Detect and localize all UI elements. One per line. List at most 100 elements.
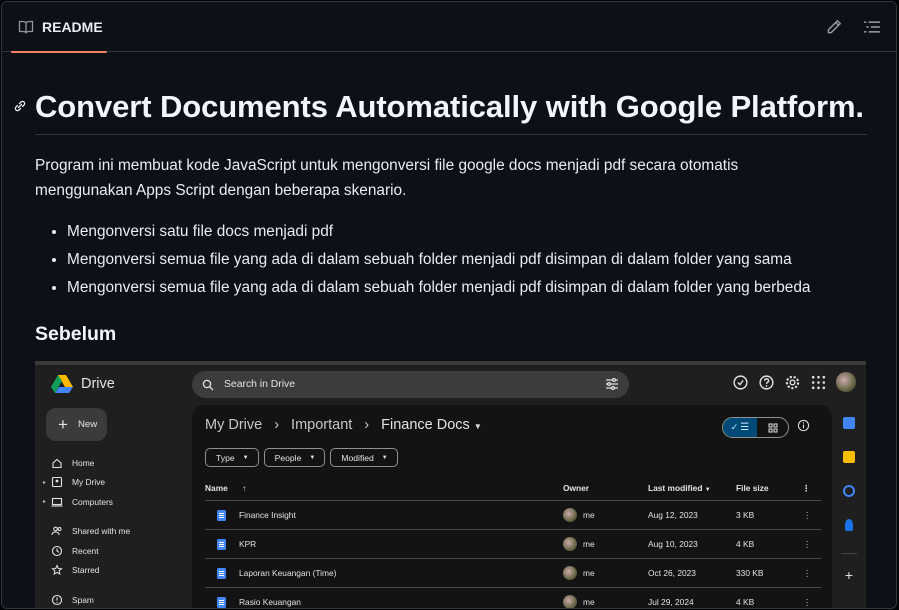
readme-content: Convert Documents Automatically with Goo… — [35, 82, 867, 346]
sidebar-item-my-drive[interactable]: ▸ My Drive — [43, 473, 130, 493]
sidebar-item-home[interactable]: Home — [45, 453, 130, 473]
sidebar-item-starred[interactable]: Starred — [45, 561, 130, 581]
sidebar-item-label: Home — [72, 457, 95, 468]
apps-grid-icon[interactable] — [810, 374, 827, 391]
people-filter[interactable]: People ▼ — [263, 448, 326, 467]
readme-header: README — [2, 2, 896, 53]
keep-icon[interactable] — [843, 451, 855, 463]
add-icon[interactable]: + — [838, 568, 860, 582]
breadcrumb-item[interactable]: Important — [291, 417, 352, 433]
sidebar-item-recent[interactable]: Recent — [45, 541, 130, 561]
spam-icon — [51, 594, 63, 605]
file-size: 4 KB — [736, 539, 755, 549]
modified-filter[interactable]: Modified ▼ — [330, 448, 398, 467]
table-row[interactable]: KPR me Aug 10, 2023 4 KB ⋮ — [205, 530, 821, 559]
chevron-right-icon: › — [364, 417, 370, 433]
size-column-header[interactable]: File size — [736, 483, 769, 493]
book-icon — [18, 20, 34, 34]
sidebar-item-label: Spam — [72, 594, 94, 605]
name-column-header[interactable]: Name ↑ — [205, 483, 246, 493]
contacts-icon[interactable] — [845, 519, 853, 531]
breadcrumb-item[interactable]: My Drive — [205, 417, 262, 433]
calendar-icon[interactable] — [843, 417, 855, 429]
list-view-button[interactable]: ✓ ☰ — [723, 418, 757, 437]
file-name: Finance Insight — [239, 510, 296, 520]
owner-column-header[interactable]: Owner — [563, 483, 589, 493]
view-toggle[interactable]: ✓ ☰ — [722, 417, 789, 438]
expand-icon[interactable]: ▸ — [43, 498, 46, 505]
sidebar-item-computers[interactable]: ▸ Computers — [43, 492, 130, 512]
description: Program ini membuat kode JavaScript untu… — [35, 157, 739, 199]
readme-tab-label: README — [42, 19, 103, 35]
table-header: Name ↑ Owner Last modified ▼ File size ⋮ — [205, 483, 821, 501]
file-modified: Oct 26, 2023 — [648, 568, 696, 578]
readme-panel: README Convert Documents Automatically w… — [1, 1, 897, 609]
type-filter[interactable]: Type ▼ — [205, 448, 259, 467]
expand-icon[interactable]: ▸ — [43, 479, 46, 486]
plus-icon: + — [58, 415, 68, 434]
settings-icon[interactable] — [784, 374, 801, 391]
drive-screenshot: Drive Search in Drive + New Home ▸ My Dr… — [35, 361, 866, 608]
search-input[interactable]: Search in Drive — [192, 371, 629, 398]
drive-logo: Drive — [51, 374, 115, 393]
sidebar-item-label: My Drive — [72, 477, 106, 488]
modified-column-header[interactable]: Last modified ▼ — [648, 483, 711, 493]
sidebar-item-shared[interactable]: Shared with me — [45, 522, 130, 542]
table-row[interactable]: Finance Insight me Aug 12, 2023 3 KB ⋮ — [205, 501, 821, 530]
table-row[interactable]: Rasio Keuangan me Jul 29, 2024 4 KB ⋮ — [205, 588, 821, 608]
divider — [841, 553, 857, 554]
sidebar-item-label: Starred — [72, 565, 100, 576]
list-item: Mengonversi semua file yang ada di dalam… — [67, 246, 867, 274]
filter-chips: Type ▼ People ▼ Modified ▼ — [205, 448, 398, 467]
search-placeholder: Search in Drive — [224, 379, 296, 390]
link-icon[interactable] — [12, 98, 28, 114]
file-size: 3 KB — [736, 510, 755, 520]
docs-icon — [217, 568, 226, 579]
tasks-icon[interactable] — [843, 485, 855, 497]
breadcrumb: My Drive › Important › Finance Docs ▼ — [205, 417, 482, 433]
new-button[interactable]: + New — [46, 408, 107, 441]
sidebar-item-spam[interactable]: Spam — [45, 590, 130, 608]
caret-down-icon: ▼ — [381, 454, 388, 461]
owner-avatar — [563, 566, 577, 580]
caret-down-icon: ▼ — [242, 454, 249, 461]
caret-down-icon: ▼ — [704, 487, 711, 493]
offline-status-icon[interactable] — [732, 374, 749, 391]
more-options-icon[interactable]: ⋮ — [803, 539, 811, 549]
drive-logo-text: Drive — [81, 375, 115, 392]
avatar[interactable] — [836, 372, 856, 392]
grid-view-button[interactable] — [757, 418, 788, 437]
pencil-icon[interactable] — [825, 18, 843, 36]
clock-icon — [51, 545, 63, 556]
more-options-icon[interactable]: ⋮ — [802, 483, 810, 493]
image-border — [35, 361, 866, 365]
more-options-icon[interactable]: ⋮ — [803, 568, 811, 578]
sidebar-item-label: Computers — [72, 496, 113, 507]
computer-icon — [51, 497, 63, 507]
side-panel-rail: + — [838, 411, 860, 582]
more-options-icon[interactable]: ⋮ — [803, 510, 811, 520]
file-owner: me — [583, 597, 595, 607]
new-button-label: New — [77, 419, 98, 430]
file-name: KPR — [239, 539, 257, 549]
breadcrumb-current[interactable]: Finance Docs ▼ — [381, 417, 482, 433]
caret-down-icon: ▼ — [309, 454, 316, 461]
search-icon — [202, 379, 214, 390]
docs-icon — [217, 539, 226, 550]
list-item: Mengonversi semua file yang ada di dalam… — [67, 274, 867, 302]
outline-list-icon[interactable] — [863, 18, 881, 36]
help-icon[interactable] — [758, 374, 775, 391]
file-size: 330 KB — [736, 568, 764, 578]
readme-tab[interactable]: README — [11, 2, 107, 53]
page-title: Convert Documents Automatically with Goo… — [35, 82, 867, 135]
more-options-icon[interactable]: ⋮ — [803, 597, 811, 607]
sidebar-item-label: Shared with me — [72, 526, 131, 537]
owner-avatar — [563, 508, 577, 522]
file-owner: me — [583, 568, 595, 578]
file-owner: me — [583, 539, 595, 549]
info-icon[interactable] — [797, 419, 810, 432]
drive-logo-icon — [51, 375, 73, 393]
table-row[interactable]: Laporan Keuangan (Time) me Oct 26, 2023 … — [205, 559, 821, 588]
filter-icon[interactable] — [605, 377, 619, 391]
file-modified: Jul 29, 2024 — [648, 597, 694, 607]
